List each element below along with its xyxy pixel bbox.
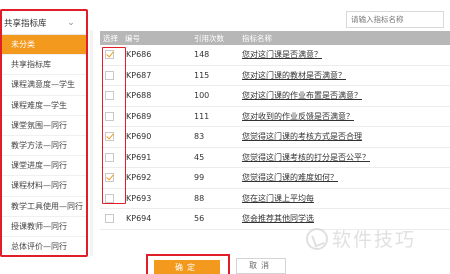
category-item[interactable]: 教学工具使用—同行 xyxy=(2,197,86,217)
category-item[interactable]: 教学方法—同行 xyxy=(2,136,86,157)
table-row[interactable]: KP693 88 您在这门课上平均每 xyxy=(100,189,450,209)
library-select-value: 共享指标库 xyxy=(4,18,47,29)
table-row[interactable]: KP687 115 您对这门课的教材是否满意？ xyxy=(100,66,450,86)
header-count: 引用次数 xyxy=(194,33,224,43)
row-checkbox[interactable] xyxy=(104,214,114,224)
row-select-cell xyxy=(100,152,118,162)
row-id: KP692 xyxy=(126,173,152,183)
row-name-link[interactable]: 您觉得这门课的考核方式是否合理 xyxy=(238,131,450,142)
header-id: 编号 xyxy=(125,33,140,43)
row-checkbox[interactable] xyxy=(104,70,114,80)
row-name-link[interactable]: 您对收到的作业反馈是否满意？ xyxy=(238,111,450,122)
watermark: 软件技巧 xyxy=(306,225,416,252)
row-select-cell xyxy=(100,173,118,183)
row-checkbox[interactable] xyxy=(104,152,114,162)
row-name-link[interactable]: 您对这门课的作业布置是否满意？ xyxy=(238,90,450,101)
category-item[interactable]: 课堂进度—同行 xyxy=(2,156,86,177)
confirm-button[interactable]: 确定 xyxy=(154,260,220,274)
row-select-cell xyxy=(100,132,118,142)
row-id: KP686 xyxy=(126,50,152,60)
indicator-table: 选择 编号 引用次数 指标名称 KP686 148 您对这门课是否满意？ KP687 1… xyxy=(100,31,450,230)
row-select-cell xyxy=(100,70,118,80)
row-id: KP688 xyxy=(126,91,152,101)
row-checkbox[interactable] xyxy=(104,193,114,203)
row-id: KP694 xyxy=(126,214,152,224)
row-id: KP689 xyxy=(126,111,152,121)
search-input[interactable] xyxy=(346,11,444,28)
row-select-cell xyxy=(100,214,118,224)
watermark-logo-icon xyxy=(306,227,328,250)
category-item[interactable]: 课程满意度—学生 xyxy=(2,75,86,96)
row-count: 100 xyxy=(194,91,210,101)
row-checkbox[interactable] xyxy=(104,173,114,183)
row-count: 115 xyxy=(194,70,210,80)
row-checkbox[interactable] xyxy=(104,132,114,142)
category-panel: 共享指标库 ⌄ 未分类 共享指标库 课程满意度—学生 课程难度—学生 课堂氛围—同行 教学… xyxy=(0,9,88,257)
category-item[interactable]: 未分类 xyxy=(2,35,86,56)
row-count: 148 xyxy=(194,50,210,60)
row-count: 83 xyxy=(194,132,205,142)
table-row[interactable]: KP691 45 您觉得这门课考核的打分是否公平？ xyxy=(100,148,450,168)
category-item[interactable]: 授课教师—同行 xyxy=(2,217,86,237)
row-checkbox[interactable] xyxy=(104,111,114,121)
row-select-cell xyxy=(100,50,118,60)
confirm-highlight-frame: 确定 xyxy=(146,254,230,274)
watermark-text: 软件技巧 xyxy=(332,229,417,251)
row-count: 45 xyxy=(194,152,205,162)
row-name-link[interactable]: 您会推荐其他同学选 xyxy=(238,213,450,224)
table-row[interactable]: KP690 83 您觉得这门课的考核方式是否合理 xyxy=(100,127,450,148)
table-row[interactable]: KP686 148 您对这门课是否满意？ xyxy=(100,45,450,66)
table-row[interactable]: KP692 99 您觉得这门课的难度如何？ xyxy=(100,168,450,189)
category-item[interactable]: 共享指标库 xyxy=(2,55,86,76)
category-list: 未分类 共享指标库 课程满意度—学生 课程难度—学生 课堂氛围—同行 教学方法—同行 课堂进… xyxy=(2,35,86,255)
row-select-cell xyxy=(100,111,118,121)
row-count: 99 xyxy=(194,173,205,183)
row-id: KP693 xyxy=(126,193,152,203)
row-checkbox[interactable] xyxy=(104,50,114,60)
row-name-link[interactable]: 您觉得这门课的难度如何？ xyxy=(238,172,450,183)
row-id: KP687 xyxy=(126,70,152,80)
category-item[interactable]: 课堂氛围—同行 xyxy=(2,116,86,136)
row-name-link[interactable]: 您对这门课的教材是否满意？ xyxy=(238,70,450,81)
row-checkbox[interactable] xyxy=(104,91,114,101)
row-count: 56 xyxy=(194,214,205,224)
row-count: 88 xyxy=(194,193,205,203)
category-item[interactable]: 课程材料—同行 xyxy=(2,176,86,197)
row-count: 111 xyxy=(194,111,210,121)
row-name-link[interactable]: 您觉得这门课考核的打分是否公平？ xyxy=(238,152,450,163)
header-name: 指标名称 xyxy=(242,33,272,43)
row-id: KP691 xyxy=(126,152,152,162)
row-select-cell xyxy=(100,91,118,101)
table-row[interactable]: KP688 100 您对这门课的作业布置是否满意？ xyxy=(100,86,450,107)
row-name-link[interactable]: 您在这门课上平均每 xyxy=(238,193,450,204)
table-row[interactable]: KP689 111 您对收到的作业反馈是否满意？ xyxy=(100,107,450,127)
category-item[interactable]: 课程难度—学生 xyxy=(2,96,86,116)
category-item[interactable]: 总体评价—同行 xyxy=(2,237,86,255)
category-scrollbar[interactable] xyxy=(90,30,93,256)
table-header: 选择 编号 引用次数 指标名称 xyxy=(100,31,450,45)
cancel-button[interactable]: 取消 xyxy=(236,258,286,274)
row-select-cell xyxy=(100,193,118,203)
library-select[interactable]: 共享指标库 ⌄ xyxy=(2,11,86,35)
table-body: KP686 148 您对这门课是否满意？ KP687 115 您对这门课的教材是否满意？ K… xyxy=(100,45,450,230)
chevron-down-icon: ⌄ xyxy=(67,17,75,28)
header-select: 选择 xyxy=(103,33,118,43)
row-name-link[interactable]: 您对这门课是否满意？ xyxy=(238,49,450,60)
row-id: KP690 xyxy=(126,132,152,142)
